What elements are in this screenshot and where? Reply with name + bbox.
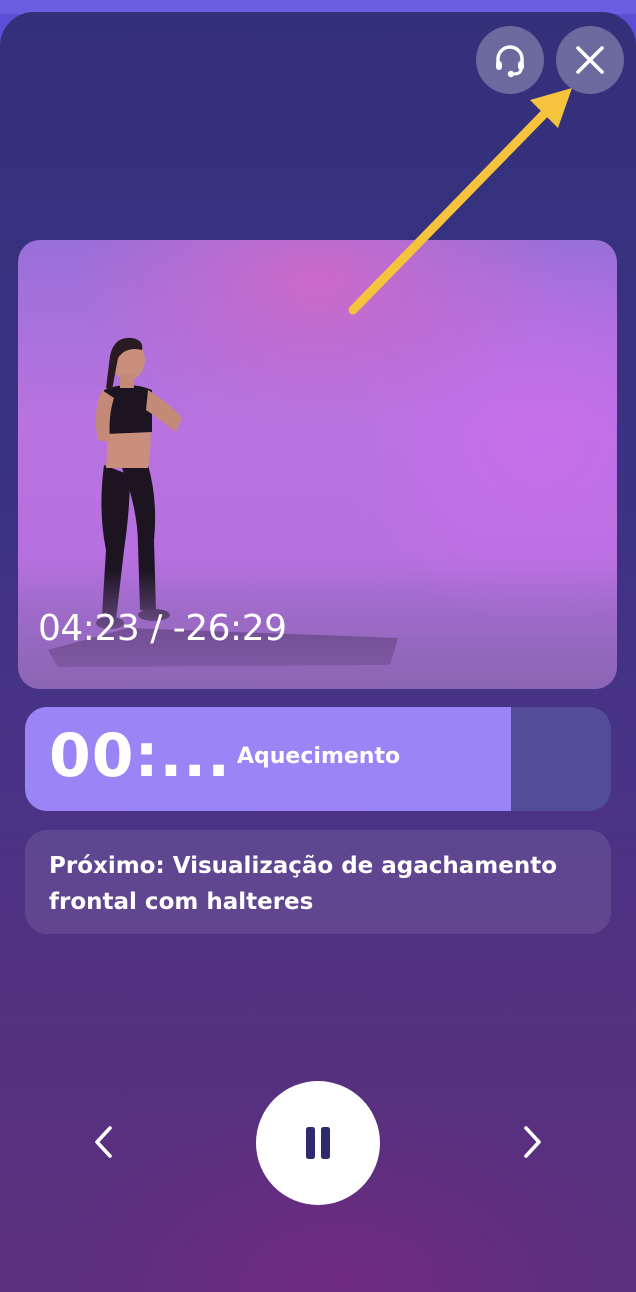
previous-button[interactable] <box>76 1114 132 1170</box>
up-next-text: Próximo: Visualização de agachamento fro… <box>49 853 558 915</box>
chevron-left-icon <box>95 1126 112 1158</box>
timer-value: 00:... <box>49 721 231 791</box>
pause-button[interactable] <box>256 1081 380 1205</box>
chevron-right-icon <box>524 1126 541 1158</box>
next-button[interactable] <box>504 1114 560 1170</box>
exercise-name: Aquecimento <box>237 744 401 769</box>
exercise-timer: 00:... Aquecimento <box>25 707 611 811</box>
up-next-card: Próximo: Visualização de agachamento fro… <box>25 830 611 934</box>
headset-icon <box>496 45 524 78</box>
pause-icon <box>306 1127 330 1159</box>
close-button[interactable] <box>556 26 624 94</box>
video-time-display: 04:23 / -26:29 <box>38 608 287 649</box>
workout-player-screen: 04:23 / -26:29 00:... Aquecimento Próxim… <box>0 12 636 1292</box>
close-icon <box>576 46 604 74</box>
exercise-video[interactable]: 04:23 / -26:29 <box>18 240 617 689</box>
support-button[interactable] <box>476 26 544 94</box>
